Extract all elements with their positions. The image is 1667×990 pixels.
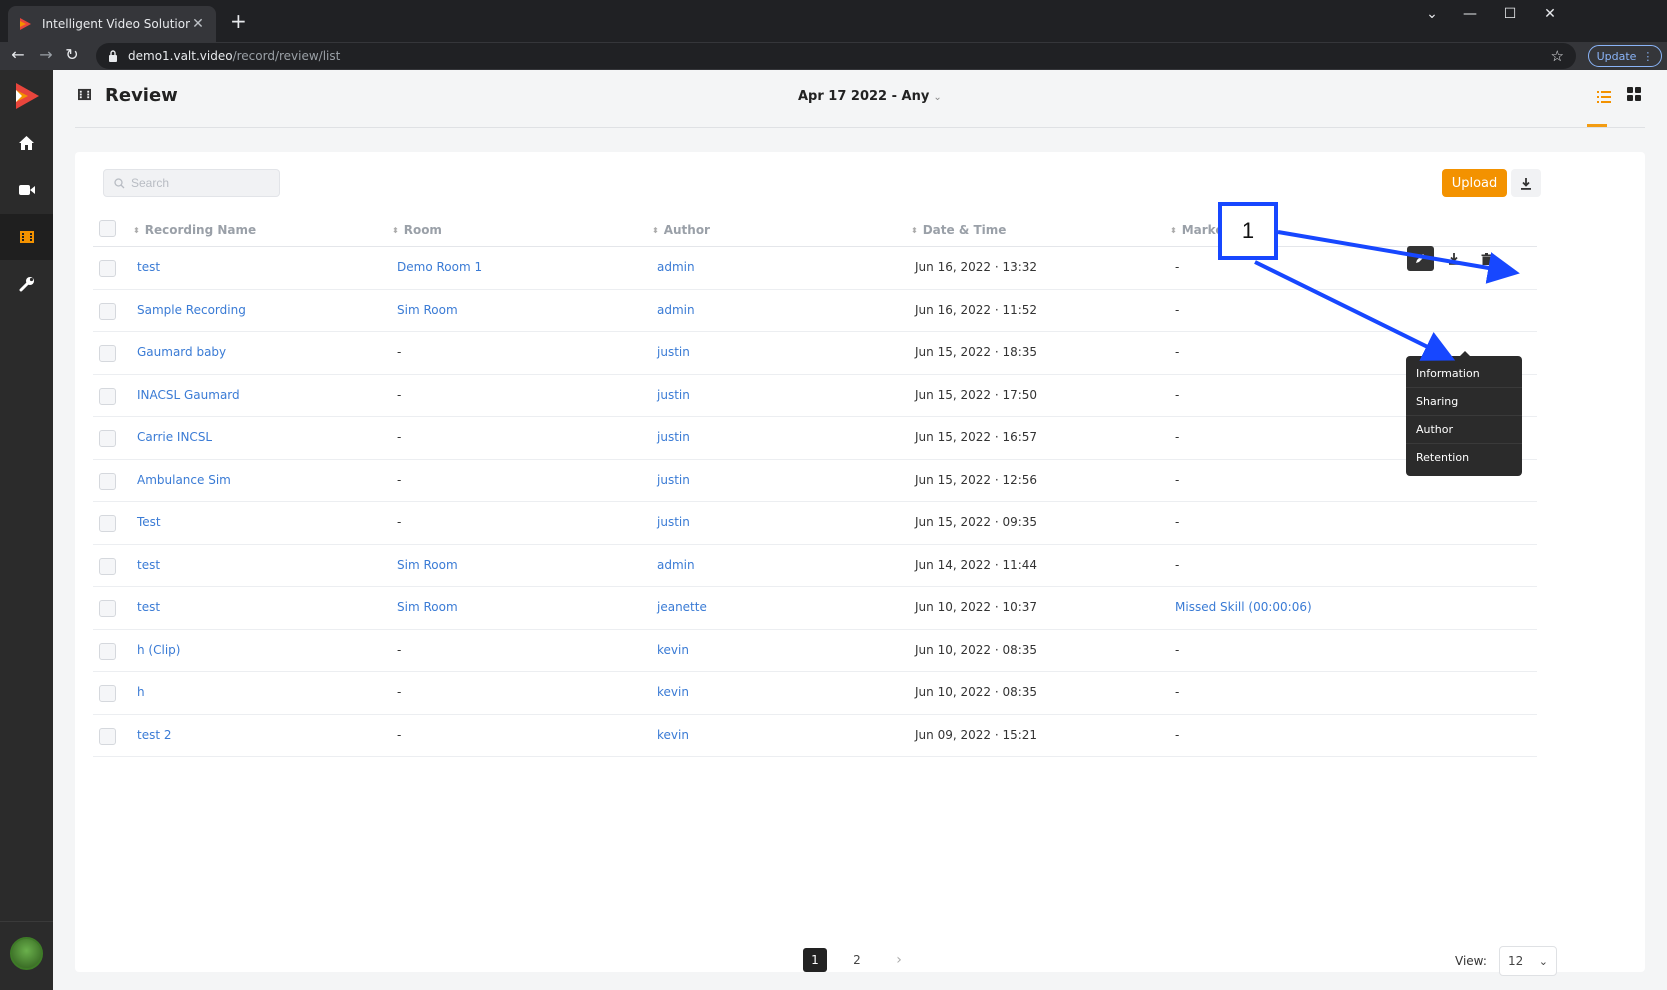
annotation-arrows: [1254, 230, 1520, 361]
annotation-number: 1: [1241, 218, 1255, 243]
annotation-callout: 1: [1218, 202, 1278, 260]
annotation-arrow-to-edit: [1277, 230, 1520, 284]
annotation-arrow-to-menu: [1254, 260, 1456, 361]
